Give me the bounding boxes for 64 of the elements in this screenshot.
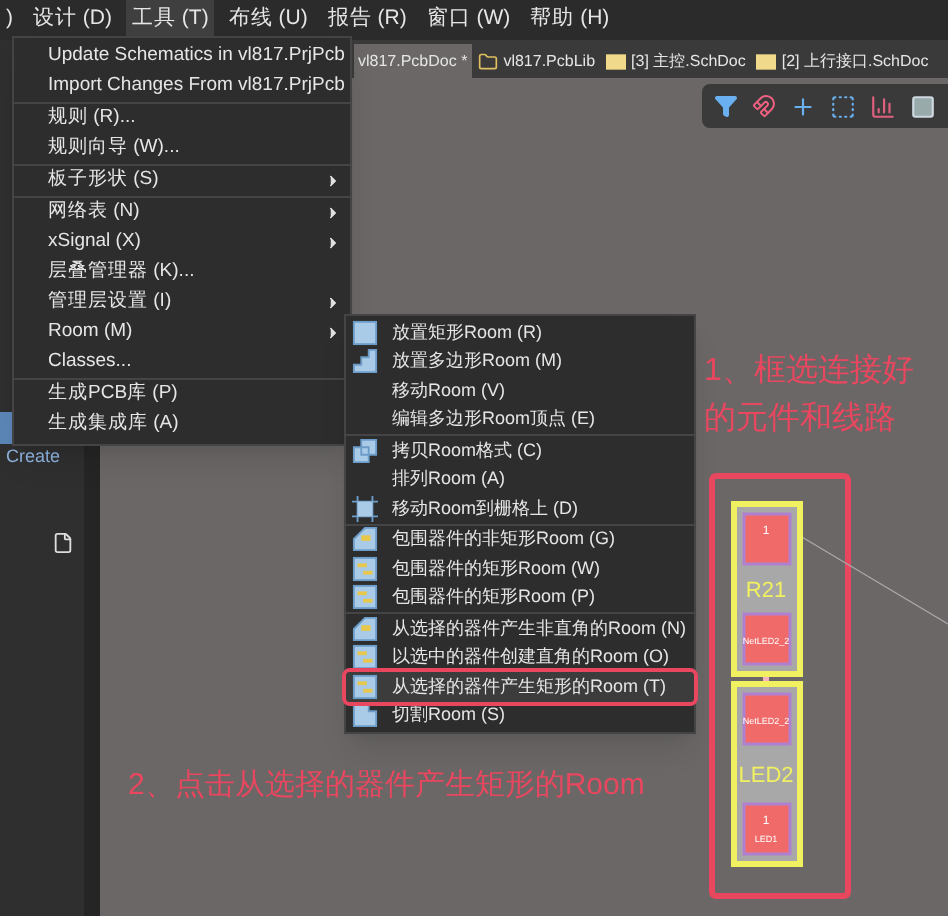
rectangle-icon [352, 319, 378, 346]
menu-item[interactable]: 管理层设置 (I) [14, 288, 350, 318]
menu-item[interactable]: 包围器件的矩形Room (W) [346, 554, 694, 583]
document-tab[interactable]: vl817.PcbDoc * [354, 44, 472, 78]
menu-item[interactable]: 从选择的器件产生矩形的Room (T) [346, 672, 694, 701]
menu-item[interactable]: 从选择的器件产生非直角的Room (N) [346, 614, 694, 643]
menu-item[interactable]: 切割Room (S) [346, 701, 694, 730]
document-tab[interactable]: [3] 主控.SchDoc [601, 44, 750, 78]
menu-item[interactable]: 生成集成库 (A) [14, 410, 350, 440]
menu-item[interactable]: 排列Room (A) [346, 465, 694, 494]
copy-icon [352, 437, 378, 464]
menu-item[interactable]: xSignal (X) [14, 228, 350, 258]
menu-item[interactable]: 放置多边形Room (M) [346, 347, 694, 376]
menu-item[interactable]: Update Schematics in vl817.PrjPcb [14, 42, 350, 72]
menu-item[interactable]: 规则向导 (W)... [14, 134, 350, 164]
bar-chart-icon[interactable] [870, 93, 896, 119]
menu-item[interactable]: ) [0, 0, 19, 40]
annotation-text: 的元件和线路 [704, 399, 898, 440]
menu-item[interactable]: 包围器件的非矩形Room (G) [346, 525, 694, 554]
annotation-text: 1、框选连接好 [704, 351, 914, 392]
menu-item[interactable]: Room (M) [14, 318, 350, 348]
menu-item[interactable]: 移动Room到栅格上 (D) [346, 494, 694, 523]
room-component-icon [352, 644, 378, 671]
grid-square-icon [352, 495, 378, 522]
filter-icon[interactable] [714, 94, 738, 118]
menu-item[interactable]: 帮助 (H) [524, 0, 616, 40]
menu-item[interactable]: 报告 (R) [321, 0, 413, 40]
library-icon [477, 51, 498, 71]
document-tab[interactable]: vl817.PcbLib [473, 44, 600, 78]
menu-item[interactable]: Import Changes From vl817.PrjPcb [14, 72, 350, 102]
menu-item[interactable]: 编辑多边形Room顶点 (E) [346, 405, 694, 434]
menu-item[interactable]: 工具 (T) [126, 0, 215, 40]
sheet-icon [605, 53, 626, 69]
create-link[interactable]: Create [0, 444, 67, 471]
menu-item[interactable]: 设计 (D) [27, 0, 118, 40]
room-component-icon [352, 555, 378, 582]
menu-item[interactable]: 网络表 (N) [14, 198, 350, 228]
room-component-icon [352, 526, 378, 553]
square-icon[interactable] [910, 93, 936, 119]
menu-item[interactable]: 布线 (U) [222, 0, 314, 40]
menu-item[interactable]: 包围器件的矩形Room (P) [346, 583, 694, 612]
staircase-icon [352, 348, 378, 375]
room-component-icon [352, 673, 378, 700]
crosshair-icon[interactable] [790, 93, 816, 119]
menu-item[interactable]: Classes... [14, 348, 350, 378]
menu-item[interactable]: 窗口 (W) [420, 0, 517, 40]
document-icon [52, 531, 74, 553]
component-designator: LED2 [738, 764, 794, 788]
menu-item[interactable]: 拷贝Room格式 (C) [346, 436, 694, 465]
menu-item[interactable]: 放置矩形Room (R) [346, 318, 694, 347]
annotation-text: 2、点击从选择的器件产生矩形的Room [128, 766, 645, 806]
room-component-icon [352, 584, 378, 611]
room-component-icon [352, 615, 378, 642]
menu-item[interactable]: 规则 (R)... [14, 104, 350, 134]
menu-item[interactable]: 移动Room (V) [346, 376, 694, 405]
menu-item[interactable]: 层叠管理器 (K)... [14, 258, 350, 288]
menu-item[interactable]: 板子形状 (S) [14, 166, 350, 196]
sheet-icon [755, 53, 776, 69]
menu-item[interactable]: 生成PCB库 (P) [14, 380, 350, 410]
document-tab[interactable]: [2] 上行接口.SchDoc [751, 44, 933, 78]
dashed-selection-icon[interactable] [830, 93, 856, 119]
magnet-icon[interactable] [752, 94, 776, 118]
component-designator: R21 [745, 579, 787, 603]
menu-item[interactable]: 以选中的器件创建直角的Room (O) [346, 643, 694, 672]
